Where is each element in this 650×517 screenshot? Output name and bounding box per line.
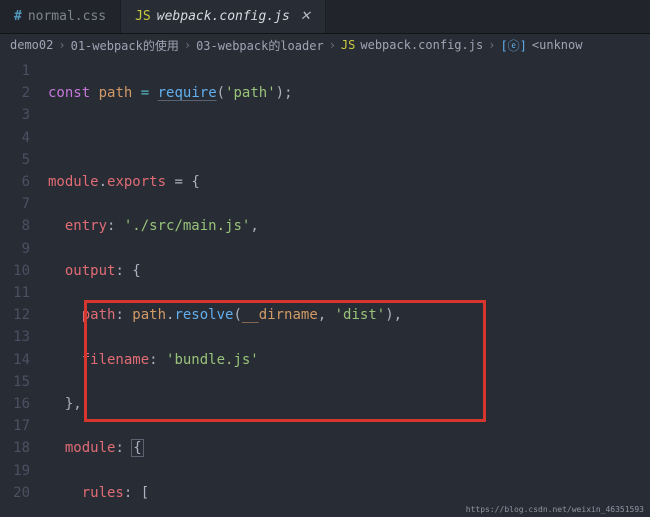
line-number: 8 [0, 215, 30, 237]
breadcrumb-seg[interactable]: <unknow [532, 38, 583, 52]
tab-webpack-config[interactable]: JS webpack.config.js ✕ [121, 0, 326, 33]
line-number: 7 [0, 193, 30, 215]
tab-bar: # normal.css JS webpack.config.js ✕ [0, 0, 650, 34]
code-line: module: { [48, 437, 650, 459]
line-number: 6 [0, 171, 30, 193]
code-line: }, [48, 393, 650, 415]
js-file-icon: JS [341, 38, 355, 52]
code-line: path: path.resolve(__dirname, 'dist'), [48, 304, 650, 326]
tab-label: webpack.config.js [157, 9, 290, 24]
line-number: 3 [0, 104, 30, 126]
code-line: rules: [ [48, 482, 650, 504]
breadcrumb-seg[interactable]: webpack.config.js [360, 38, 483, 52]
line-number: 4 [0, 127, 30, 149]
chevron-right-icon: › [184, 38, 191, 52]
line-number: 13 [0, 326, 30, 348]
breadcrumb[interactable]: demo02 › 01-webpack的使用 › 03-webpack的load… [0, 34, 650, 56]
line-number: 20 [0, 482, 30, 504]
tab-normal-css[interactable]: # normal.css [0, 0, 121, 33]
watermark: https://blog.csdn.net/weixin_46351593 [0, 505, 650, 517]
code-area[interactable]: const path = require('path'); module.exp… [42, 56, 650, 505]
close-icon[interactable]: ✕ [300, 9, 311, 24]
chevron-right-icon: › [329, 38, 336, 52]
code-line: module.exports = { [48, 171, 650, 193]
line-gutter: 1 2 3 4 5 6 7 8 9 10 11 12 13 14 15 16 1… [0, 56, 42, 505]
breadcrumb-seg[interactable]: demo02 [10, 38, 53, 52]
breadcrumb-seg[interactable]: 03-webpack的loader [196, 37, 324, 54]
line-number: 10 [0, 260, 30, 282]
line-number: 2 [0, 82, 30, 104]
chevron-right-icon: › [58, 38, 65, 52]
line-number: 18 [0, 437, 30, 459]
line-number: 17 [0, 415, 30, 437]
code-line: const path = require('path'); [48, 82, 650, 104]
chevron-right-icon: › [488, 38, 495, 52]
tab-label: normal.css [28, 9, 106, 24]
line-number: 1 [0, 60, 30, 82]
code-line: output: { [48, 260, 650, 282]
line-number: 5 [0, 149, 30, 171]
line-number: 16 [0, 393, 30, 415]
line-number: 19 [0, 460, 30, 482]
js-file-icon: JS [135, 9, 151, 24]
line-number: 12 [0, 304, 30, 326]
code-line [48, 127, 650, 149]
line-number: 14 [0, 349, 30, 371]
symbol-icon: [ⓔ] [500, 37, 526, 54]
line-number: 9 [0, 238, 30, 260]
code-line: entry: './src/main.js', [48, 215, 650, 237]
code-editor[interactable]: 1 2 3 4 5 6 7 8 9 10 11 12 13 14 15 16 1… [0, 56, 650, 505]
code-line: filename: 'bundle.js' [48, 349, 650, 371]
line-number: 15 [0, 371, 30, 393]
css-file-icon: # [14, 9, 22, 24]
breadcrumb-seg[interactable]: 01-webpack的使用 [71, 37, 179, 54]
line-number: 11 [0, 282, 30, 304]
